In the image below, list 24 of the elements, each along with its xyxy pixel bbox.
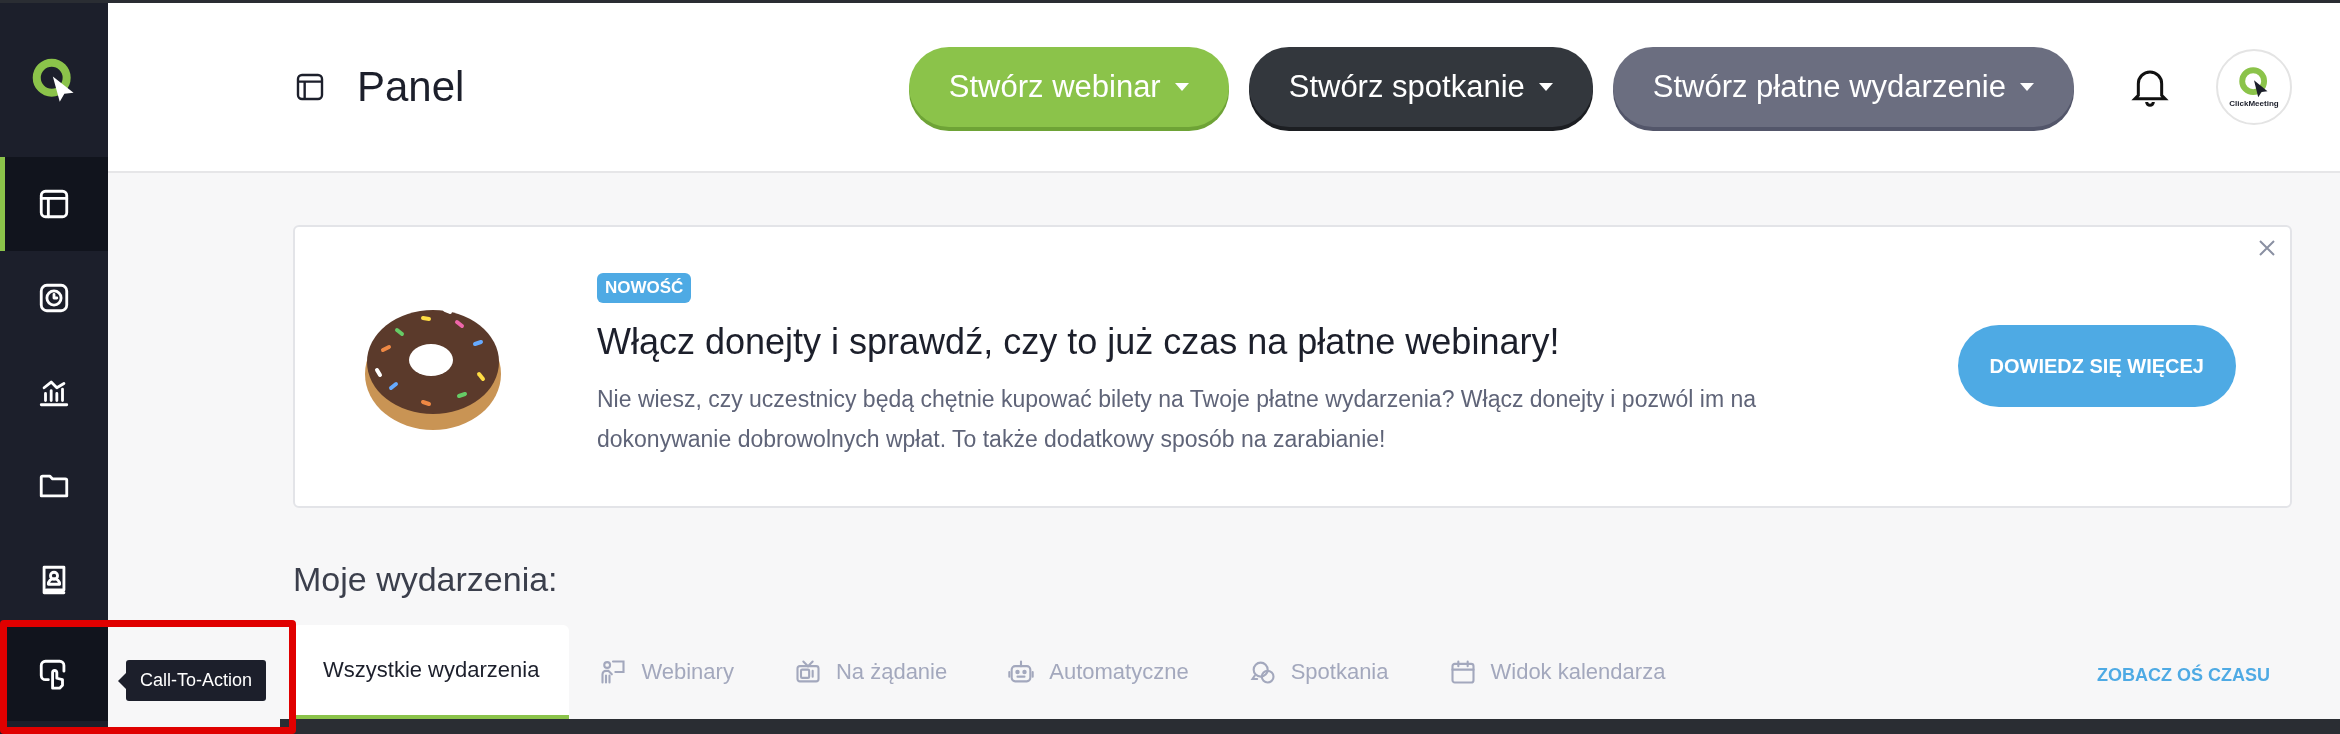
- timeline-link[interactable]: ZOBACZ OŚ CZASU: [2097, 661, 2270, 689]
- announcement-title: Włącz donejty i sprawdź, czy to już czas na płatne webinary!: [597, 319, 1560, 364]
- caret-icon: [2020, 82, 2034, 91]
- dashboard-icon: [37, 187, 71, 221]
- page-title: Panel: [357, 62, 465, 113]
- learn-more-button[interactable]: DOWIEDZ SIĘ WIĘCEJ: [1957, 325, 2236, 408]
- close-icon[interactable]: [2258, 238, 2276, 257]
- caret-icon: [1174, 82, 1189, 91]
- event-tab[interactable]: Automatyczne: [977, 624, 1219, 719]
- account-avatar[interactable]: ClickMeeting: [2216, 48, 2292, 125]
- announcement-text: Nie wiesz, czy uczestnicy będą chętnie kupować bilety na Twoje płatne wydarzenia? Włącz donejty i pozwól im na dokonywanie dobrowolnych wpłat. To także dodatkowy sposób na zarabianie!: [597, 384, 1758, 454]
- new-badge: NOWOŚĆ: [597, 273, 692, 303]
- tooltip: Call-To-Action: [118, 660, 267, 701]
- section-heading: Moje wydarzenia:: [293, 558, 559, 600]
- sidebar-item[interactable]: [0, 157, 108, 251]
- event-tab[interactable]: Webinary: [569, 624, 764, 719]
- event-tab[interactable]: Na żądanie: [763, 624, 978, 719]
- event-tab[interactable]: Spotkania: [1218, 624, 1419, 719]
- clock-icon: [37, 281, 71, 315]
- event-tab[interactable]: Wszystkie wydarzenia: [293, 624, 570, 719]
- presenter-icon: [599, 657, 628, 686]
- caret-icon: [1538, 82, 1553, 91]
- event-tab[interactable]: Widok kalendarza: [1418, 624, 1696, 719]
- calendar-icon: [1448, 657, 1477, 686]
